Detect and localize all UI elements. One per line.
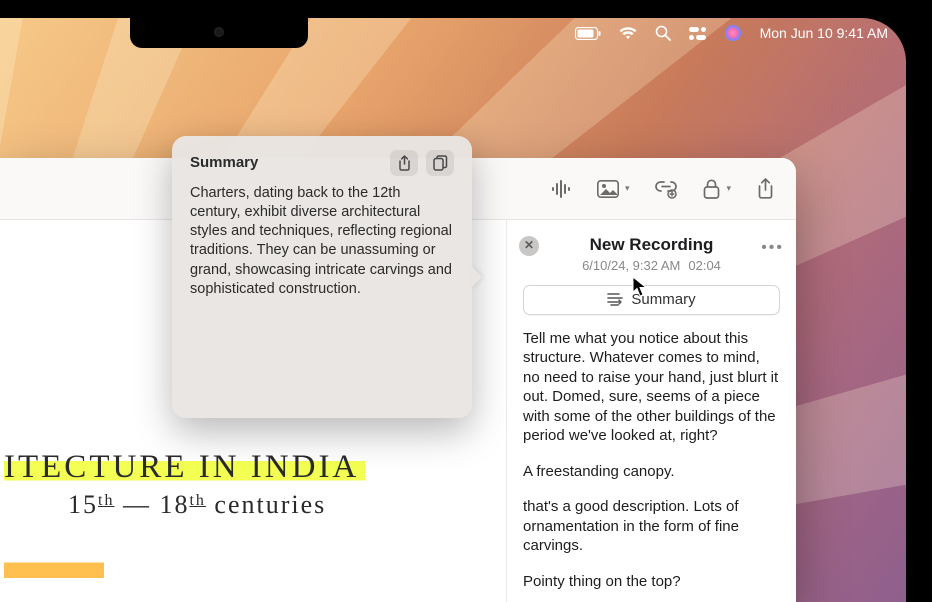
- recording-subtitle: 6/10/24, 9:32 AM02:04: [523, 258, 780, 275]
- device-notch: [130, 18, 308, 48]
- summary-list-icon: [607, 293, 623, 306]
- summary-button[interactable]: Summary: [523, 285, 780, 315]
- close-icon[interactable]: ✕: [519, 236, 539, 256]
- transcript-line: Pointy thing on the top?: [523, 572, 780, 592]
- chevron-down-icon: ▾: [625, 183, 630, 194]
- note-line-3-highlight: [4, 554, 104, 582]
- link-button[interactable]: [655, 179, 677, 199]
- media-button[interactable]: ▾: [597, 180, 630, 198]
- handwritten-note: ITECTURE IN INDIA 15th — 18th centuries: [0, 449, 480, 582]
- siri-icon[interactable]: [724, 24, 742, 42]
- recording-title: New Recording: [523, 234, 780, 256]
- control-center-icon[interactable]: [689, 27, 706, 40]
- share-icon[interactable]: [390, 150, 418, 176]
- summary-popover: Summary Charters, dating back to the 12t…: [172, 136, 472, 418]
- more-icon[interactable]: •••: [761, 238, 784, 259]
- transcript: Tell me what you notice about this struc…: [523, 329, 780, 602]
- summary-button-label: Summary: [631, 290, 695, 310]
- copy-icon[interactable]: [426, 150, 454, 176]
- note-line-2: 15th — 18th centuries: [4, 490, 480, 520]
- lock-button[interactable]: ▾: [703, 179, 731, 199]
- recording-panel: ✕ ••• New Recording 6/10/24, 9:32 AM02:0…: [506, 220, 796, 602]
- transcript-line: Tell me what you notice about this struc…: [523, 329, 780, 446]
- audio-button[interactable]: [549, 179, 571, 199]
- battery-icon[interactable]: [575, 27, 601, 40]
- wifi-icon[interactable]: [619, 26, 637, 40]
- share-button[interactable]: [757, 178, 774, 199]
- note-line-1: ITECTURE IN INDIA: [4, 449, 365, 486]
- menubar-datetime[interactable]: Mon Jun 10 9:41 AM: [760, 25, 888, 41]
- chevron-down-icon: ▾: [726, 183, 731, 194]
- popover-title: Summary: [190, 153, 390, 173]
- search-icon[interactable]: [655, 25, 671, 41]
- popover-body: Charters, dating back to the 12th centur…: [190, 184, 454, 299]
- transcript-line: that's a good description. Lots of ornam…: [523, 497, 780, 556]
- transcript-line: A freestanding canopy.: [523, 462, 780, 482]
